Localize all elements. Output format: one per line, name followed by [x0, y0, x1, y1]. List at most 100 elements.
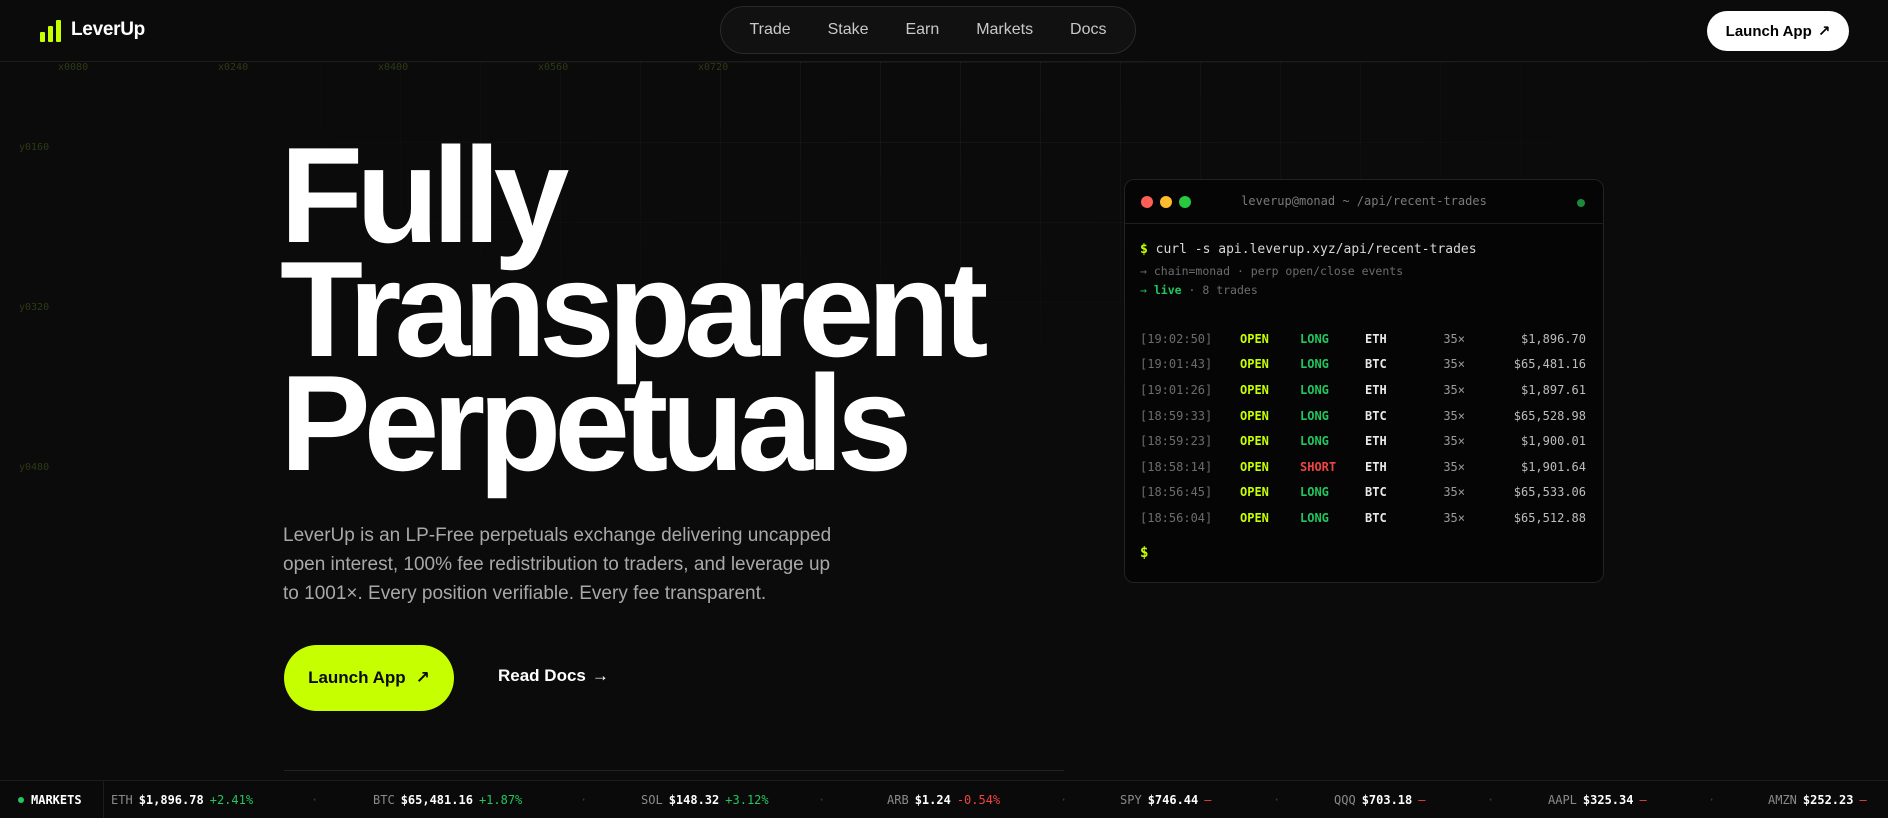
trade-asset: ETH: [1365, 331, 1387, 346]
trade-leverage: 35×: [1443, 408, 1465, 423]
trade-row: [18:59:23] OPEN LONG ETH 35× $1,900.01: [1140, 428, 1588, 454]
grid-x-label: x0400: [378, 62, 409, 73]
trade-side: LONG: [1300, 357, 1329, 372]
meta-trades-count: · 8 trades: [1188, 283, 1258, 297]
ticker-change: —: [1204, 793, 1212, 807]
hero-description: LeverUp is an LP-Free perpetuals exchang…: [283, 525, 832, 604]
ticker-item[interactable]: AAPL $325.34 —: [1548, 793, 1647, 807]
trade-asset: BTC: [1365, 357, 1387, 372]
ticker-label: MARKETS: [0, 781, 104, 818]
ticker-separator: ·: [1273, 793, 1281, 807]
trade-side: LONG: [1300, 382, 1329, 397]
ticker-price: $65,481.16: [400, 793, 473, 807]
terminal-input-prompt[interactable]: $: [1140, 545, 1588, 561]
ticker-separator: ·: [1487, 793, 1495, 807]
trade-row: [18:59:33] OPEN LONG BTC 35× $65,528.98: [1140, 403, 1588, 429]
logo[interactable]: LeverUp: [40, 18, 145, 42]
ticker-symbol: AAPL: [1548, 793, 1577, 807]
trade-time: [19:02:50]: [1140, 331, 1213, 346]
ticker-item[interactable]: ETH $1,896.78 +2.41%: [111, 793, 253, 807]
nav-menu: Trade Stake Earn Markets Docs: [720, 6, 1136, 54]
ticker-item[interactable]: BTC $65,481.16 +1.87%: [373, 793, 522, 807]
trade-asset: BTC: [1365, 485, 1387, 500]
nav-link-trade[interactable]: Trade: [749, 21, 790, 39]
nav-link-stake[interactable]: Stake: [828, 21, 869, 39]
arrow-up-right-icon: ↗: [415, 668, 430, 687]
live-dot-icon: [18, 797, 24, 803]
ticker-item[interactable]: ARB $1.24 -0.54%: [887, 793, 1000, 807]
trade-price: $65,533.06: [1513, 485, 1586, 500]
trade-row: [19:02:50] OPEN LONG ETH 35× $1,896.70: [1140, 326, 1588, 352]
trade-action: OPEN: [1240, 510, 1269, 525]
grid-y-label: y0160: [19, 142, 50, 153]
ticker-item[interactable]: QQQ $703.18 —: [1334, 793, 1426, 807]
ticker-change: —: [1639, 793, 1647, 807]
grid-x-label: x0720: [698, 62, 729, 73]
ticker-price: $746.44: [1147, 793, 1199, 807]
trade-row: [18:56:04] OPEN LONG BTC 35× $65,512.88: [1140, 505, 1588, 531]
trade-leverage: 35×: [1443, 459, 1465, 474]
grid-x-label: x0240: [218, 62, 249, 73]
ticker-symbol: AMZN: [1768, 793, 1797, 807]
ticker-price: $1,896.78: [138, 793, 204, 807]
trade-leverage: 35×: [1443, 331, 1465, 346]
trades-list: [19:02:50] OPEN LONG ETH 35× $1,896.70 [19:01:…: [1140, 326, 1588, 531]
ticker-separator: ·: [580, 793, 588, 807]
nav-launch-app-button[interactable]: Launch App ↗: [1707, 11, 1849, 51]
trade-action: OPEN: [1240, 434, 1269, 449]
trade-leverage: 35×: [1443, 434, 1465, 449]
ticker-separator: ·: [818, 793, 826, 807]
trade-asset: ETH: [1365, 434, 1387, 449]
ticker-price: $148.32: [668, 793, 720, 807]
ticker-separator: ·: [1060, 793, 1068, 807]
terminal-meta-chain: → chain=monad · perp open/close events: [1140, 264, 1588, 278]
top-nav: LeverUp Trade Stake Earn Markets Docs La…: [0, 0, 1888, 62]
trade-asset: BTC: [1365, 510, 1387, 525]
ticker-symbol: QQQ: [1334, 793, 1356, 807]
trade-action: OPEN: [1240, 382, 1269, 397]
ticker-change: +1.87%: [478, 793, 523, 807]
nav-link-docs[interactable]: Docs: [1070, 21, 1106, 39]
ticker-change: +3.12%: [725, 793, 769, 807]
hero-divider: [284, 770, 1064, 771]
trade-time: [18:58:14]: [1140, 459, 1213, 474]
ticker-item[interactable]: SOL $148.32 +3.12%: [641, 793, 769, 807]
grid-y-label: y0480: [19, 462, 50, 473]
trade-row: [18:56:45] OPEN LONG BTC 35× $65,533.06: [1140, 480, 1588, 506]
ticker-symbol: BTC: [373, 793, 395, 807]
trade-price: $65,512.88: [1513, 510, 1586, 525]
hero-title-line: Perpetuals: [280, 347, 912, 499]
hero-title: Fully Transparent Perpetuals: [280, 127, 988, 499]
terminal-header: leverup@monad ~ /api/recent-trades: [1125, 180, 1603, 224]
trade-leverage: 35×: [1443, 357, 1465, 372]
trade-side: LONG: [1300, 510, 1329, 525]
terminal-meta-live: → live · 8 trades: [1140, 283, 1588, 297]
ticker-symbol: SOL: [641, 793, 663, 807]
ticker-symbol: ARB: [887, 793, 909, 807]
hero-launch-app-button[interactable]: Launch App ↗: [284, 645, 454, 711]
trade-row: [19:01:43] OPEN LONG BTC 35× $65,481.16: [1140, 352, 1588, 378]
trade-side: LONG: [1300, 408, 1329, 423]
ticker-price: $252.23: [1802, 793, 1854, 807]
ticker-item[interactable]: SPY $746.44 —: [1120, 793, 1212, 807]
ticker-item[interactable]: AMZN $252.23 —: [1768, 793, 1867, 807]
trade-price: $1,896.70: [1520, 331, 1586, 346]
nav-link-markets[interactable]: Markets: [976, 21, 1033, 39]
terminal-body: $ curl -s api.leverup.xyz/api/recent-tra…: [1125, 224, 1603, 561]
markets-ticker: MARKETS ETH $1,896.78 +2.41% BTC $65,481.16 +…: [0, 780, 1888, 818]
trade-side: LONG: [1300, 485, 1329, 500]
arrow-icon: →: [1140, 283, 1147, 297]
ticker-price: $1.24: [914, 793, 951, 807]
read-docs-link[interactable]: Read Docs →: [498, 666, 609, 686]
ticker-separator: ·: [1708, 793, 1716, 807]
trade-asset: ETH: [1365, 382, 1387, 397]
ticker-change: —: [1859, 793, 1867, 807]
terminal-command-line: $ curl -s api.leverup.xyz/api/recent-tra…: [1140, 242, 1588, 257]
trade-asset: ETH: [1365, 459, 1387, 474]
trade-side: LONG: [1300, 331, 1329, 346]
trade-action: OPEN: [1240, 331, 1269, 346]
ticker-label-text: MARKETS: [31, 793, 82, 807]
nav-link-earn[interactable]: Earn: [905, 21, 939, 39]
logo-bars-icon: [40, 18, 61, 42]
trade-time: [18:56:04]: [1140, 510, 1213, 525]
